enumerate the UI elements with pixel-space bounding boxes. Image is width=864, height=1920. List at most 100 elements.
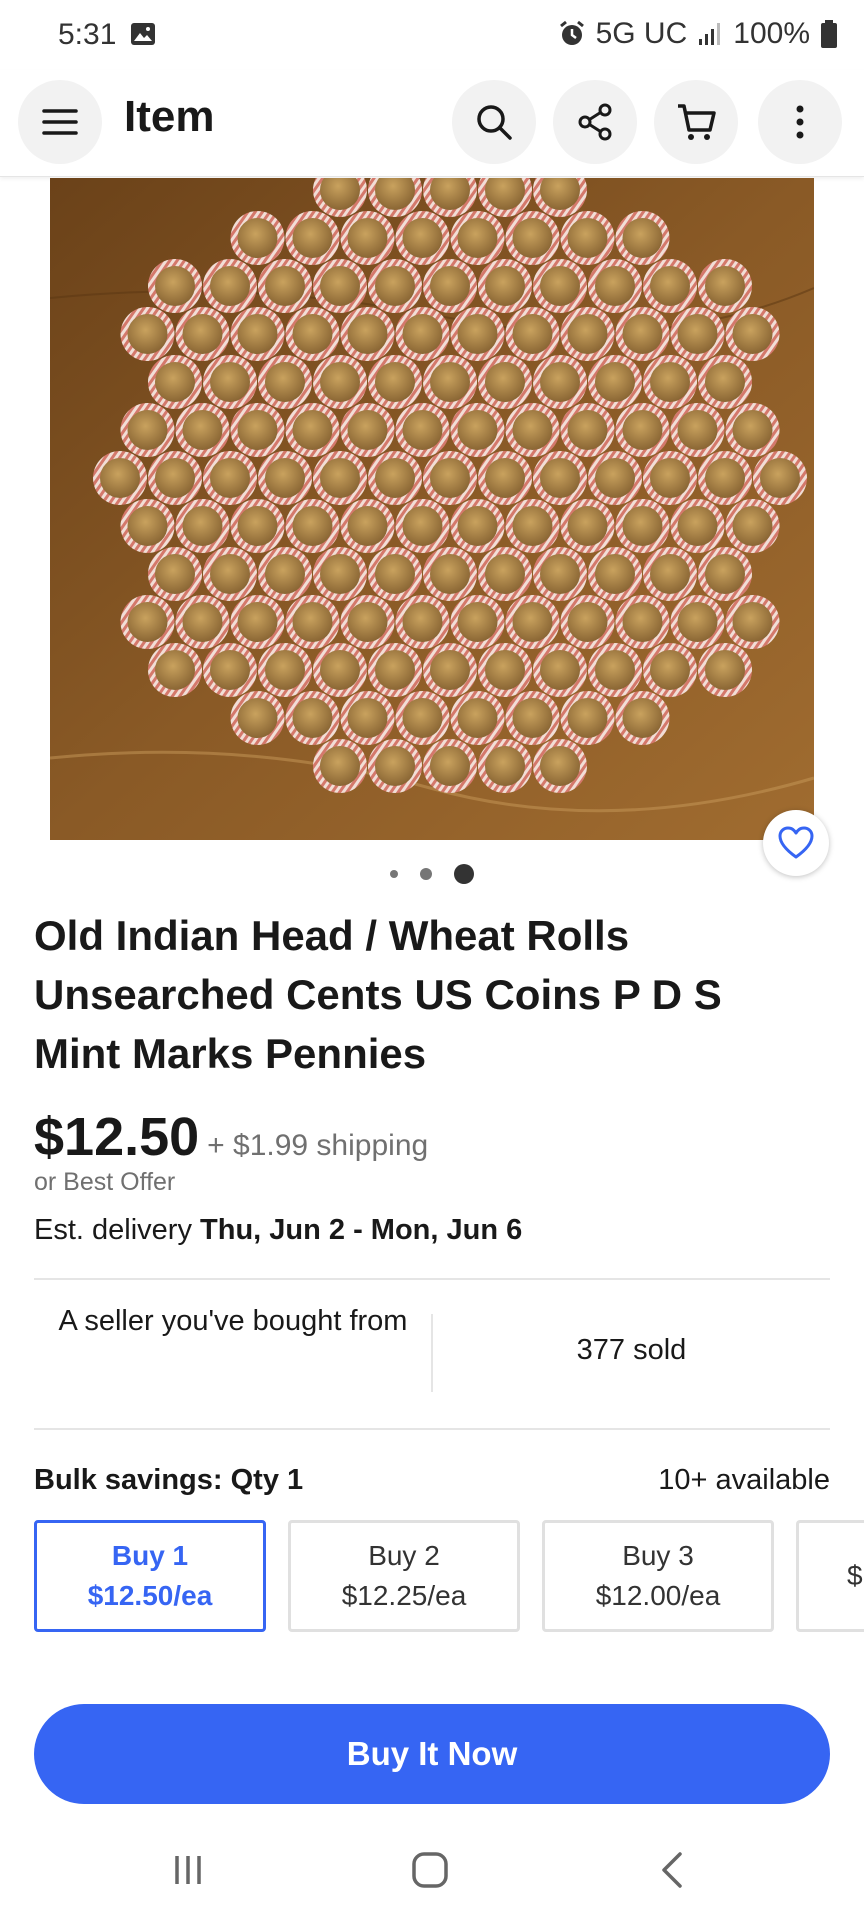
penny — [622, 698, 663, 738]
network-label: 5G UC — [595, 17, 688, 50]
price-row: $12.50 + $1.99 shipping — [34, 1106, 428, 1168]
carousel-dot — [390, 870, 398, 878]
more-button[interactable] — [758, 80, 842, 164]
penny — [732, 602, 773, 642]
penny — [457, 602, 498, 642]
penny — [265, 650, 305, 690]
penny — [540, 650, 580, 690]
penny — [512, 218, 553, 258]
penny — [622, 314, 663, 354]
penny — [375, 554, 415, 594]
penny — [430, 746, 470, 786]
product-image[interactable] — [50, 178, 814, 840]
recent-apps-icon[interactable] — [170, 1852, 206, 1888]
penny — [320, 746, 360, 786]
penny — [375, 650, 415, 690]
penny — [567, 506, 608, 546]
penny — [347, 218, 388, 258]
buy-it-now-button[interactable]: Buy It Now — [34, 1704, 830, 1804]
penny — [265, 362, 305, 402]
penny — [127, 506, 168, 546]
menu-icon — [42, 109, 78, 135]
penny — [705, 554, 745, 594]
penny — [540, 266, 580, 306]
bulk-savings-label: Bulk savings: Qty 1 — [34, 1464, 304, 1496]
penny — [375, 362, 415, 402]
penny — [402, 506, 443, 546]
penny — [347, 698, 388, 738]
penny — [402, 314, 443, 354]
bulk-option-4[interactable]: $ — [796, 1520, 864, 1632]
penny — [127, 314, 168, 354]
penny — [237, 602, 278, 642]
home-icon[interactable] — [410, 1850, 450, 1890]
penny — [182, 410, 223, 450]
delivery-dates: Thu, Jun 2 - Mon, Jun 6 — [200, 1214, 523, 1246]
penny — [155, 458, 195, 498]
penny — [430, 266, 470, 306]
status-right: 5G UC 100% — [558, 16, 838, 52]
bulk-option-3[interactable]: Buy 3 $12.00/ea — [542, 1520, 774, 1632]
penny — [320, 362, 360, 402]
penny — [265, 458, 305, 498]
more-icon — [796, 105, 804, 139]
penny — [567, 602, 608, 642]
search-icon — [477, 105, 512, 140]
penny — [347, 506, 388, 546]
carousel-dot-active — [454, 864, 474, 884]
penny — [457, 314, 498, 354]
penny — [595, 458, 635, 498]
image-icon — [131, 23, 155, 45]
search-button[interactable] — [452, 80, 536, 164]
penny — [732, 410, 773, 450]
penny — [182, 602, 223, 642]
penny — [705, 362, 745, 402]
penny — [210, 362, 250, 402]
penny — [650, 362, 690, 402]
delivery-label: Est. delivery — [34, 1214, 192, 1246]
penny — [457, 410, 498, 450]
penny — [182, 506, 223, 546]
available-count: 10+ available — [658, 1464, 830, 1496]
penny — [512, 698, 553, 738]
penny — [320, 554, 360, 594]
penny — [567, 314, 608, 354]
back-icon[interactable] — [656, 1850, 688, 1890]
cart-button[interactable] — [654, 80, 738, 164]
share-button[interactable] — [553, 80, 637, 164]
bulk-option-qty: Buy 2 — [368, 1540, 440, 1571]
cart-icon — [678, 104, 716, 140]
penny — [677, 410, 718, 450]
penny — [540, 362, 580, 402]
penny — [677, 506, 718, 546]
penny — [705, 266, 745, 306]
bulk-option-2[interactable]: Buy 2 $12.25/ea — [288, 1520, 520, 1632]
penny — [155, 554, 195, 594]
penny — [375, 746, 415, 786]
carousel-indicator — [0, 864, 864, 884]
penny — [650, 650, 690, 690]
penny — [485, 458, 525, 498]
carousel-dot — [420, 868, 432, 880]
status-time: 5:31 — [58, 18, 117, 51]
signal-icon — [699, 23, 721, 45]
penny — [155, 650, 195, 690]
battery-icon — [821, 20, 837, 48]
bulk-option-1[interactable]: Buy 1 $12.50/ea — [34, 1520, 266, 1632]
penny — [292, 506, 333, 546]
penny — [292, 218, 333, 258]
penny — [430, 554, 470, 594]
penny — [237, 314, 278, 354]
penny — [237, 218, 278, 258]
penny — [457, 506, 498, 546]
penny — [540, 458, 580, 498]
penny — [237, 698, 278, 738]
estimated-delivery: Est. delivery Thu, Jun 2 - Mon, Jun 6 — [34, 1214, 522, 1247]
menu-button[interactable] — [18, 80, 102, 164]
penny — [155, 266, 195, 306]
shipping-cost: + $1.99 shipping — [207, 1129, 429, 1162]
bulk-option-price: $12.50/ea — [87, 1580, 213, 1611]
penny — [127, 410, 168, 450]
penny — [265, 554, 305, 594]
penny — [595, 650, 635, 690]
